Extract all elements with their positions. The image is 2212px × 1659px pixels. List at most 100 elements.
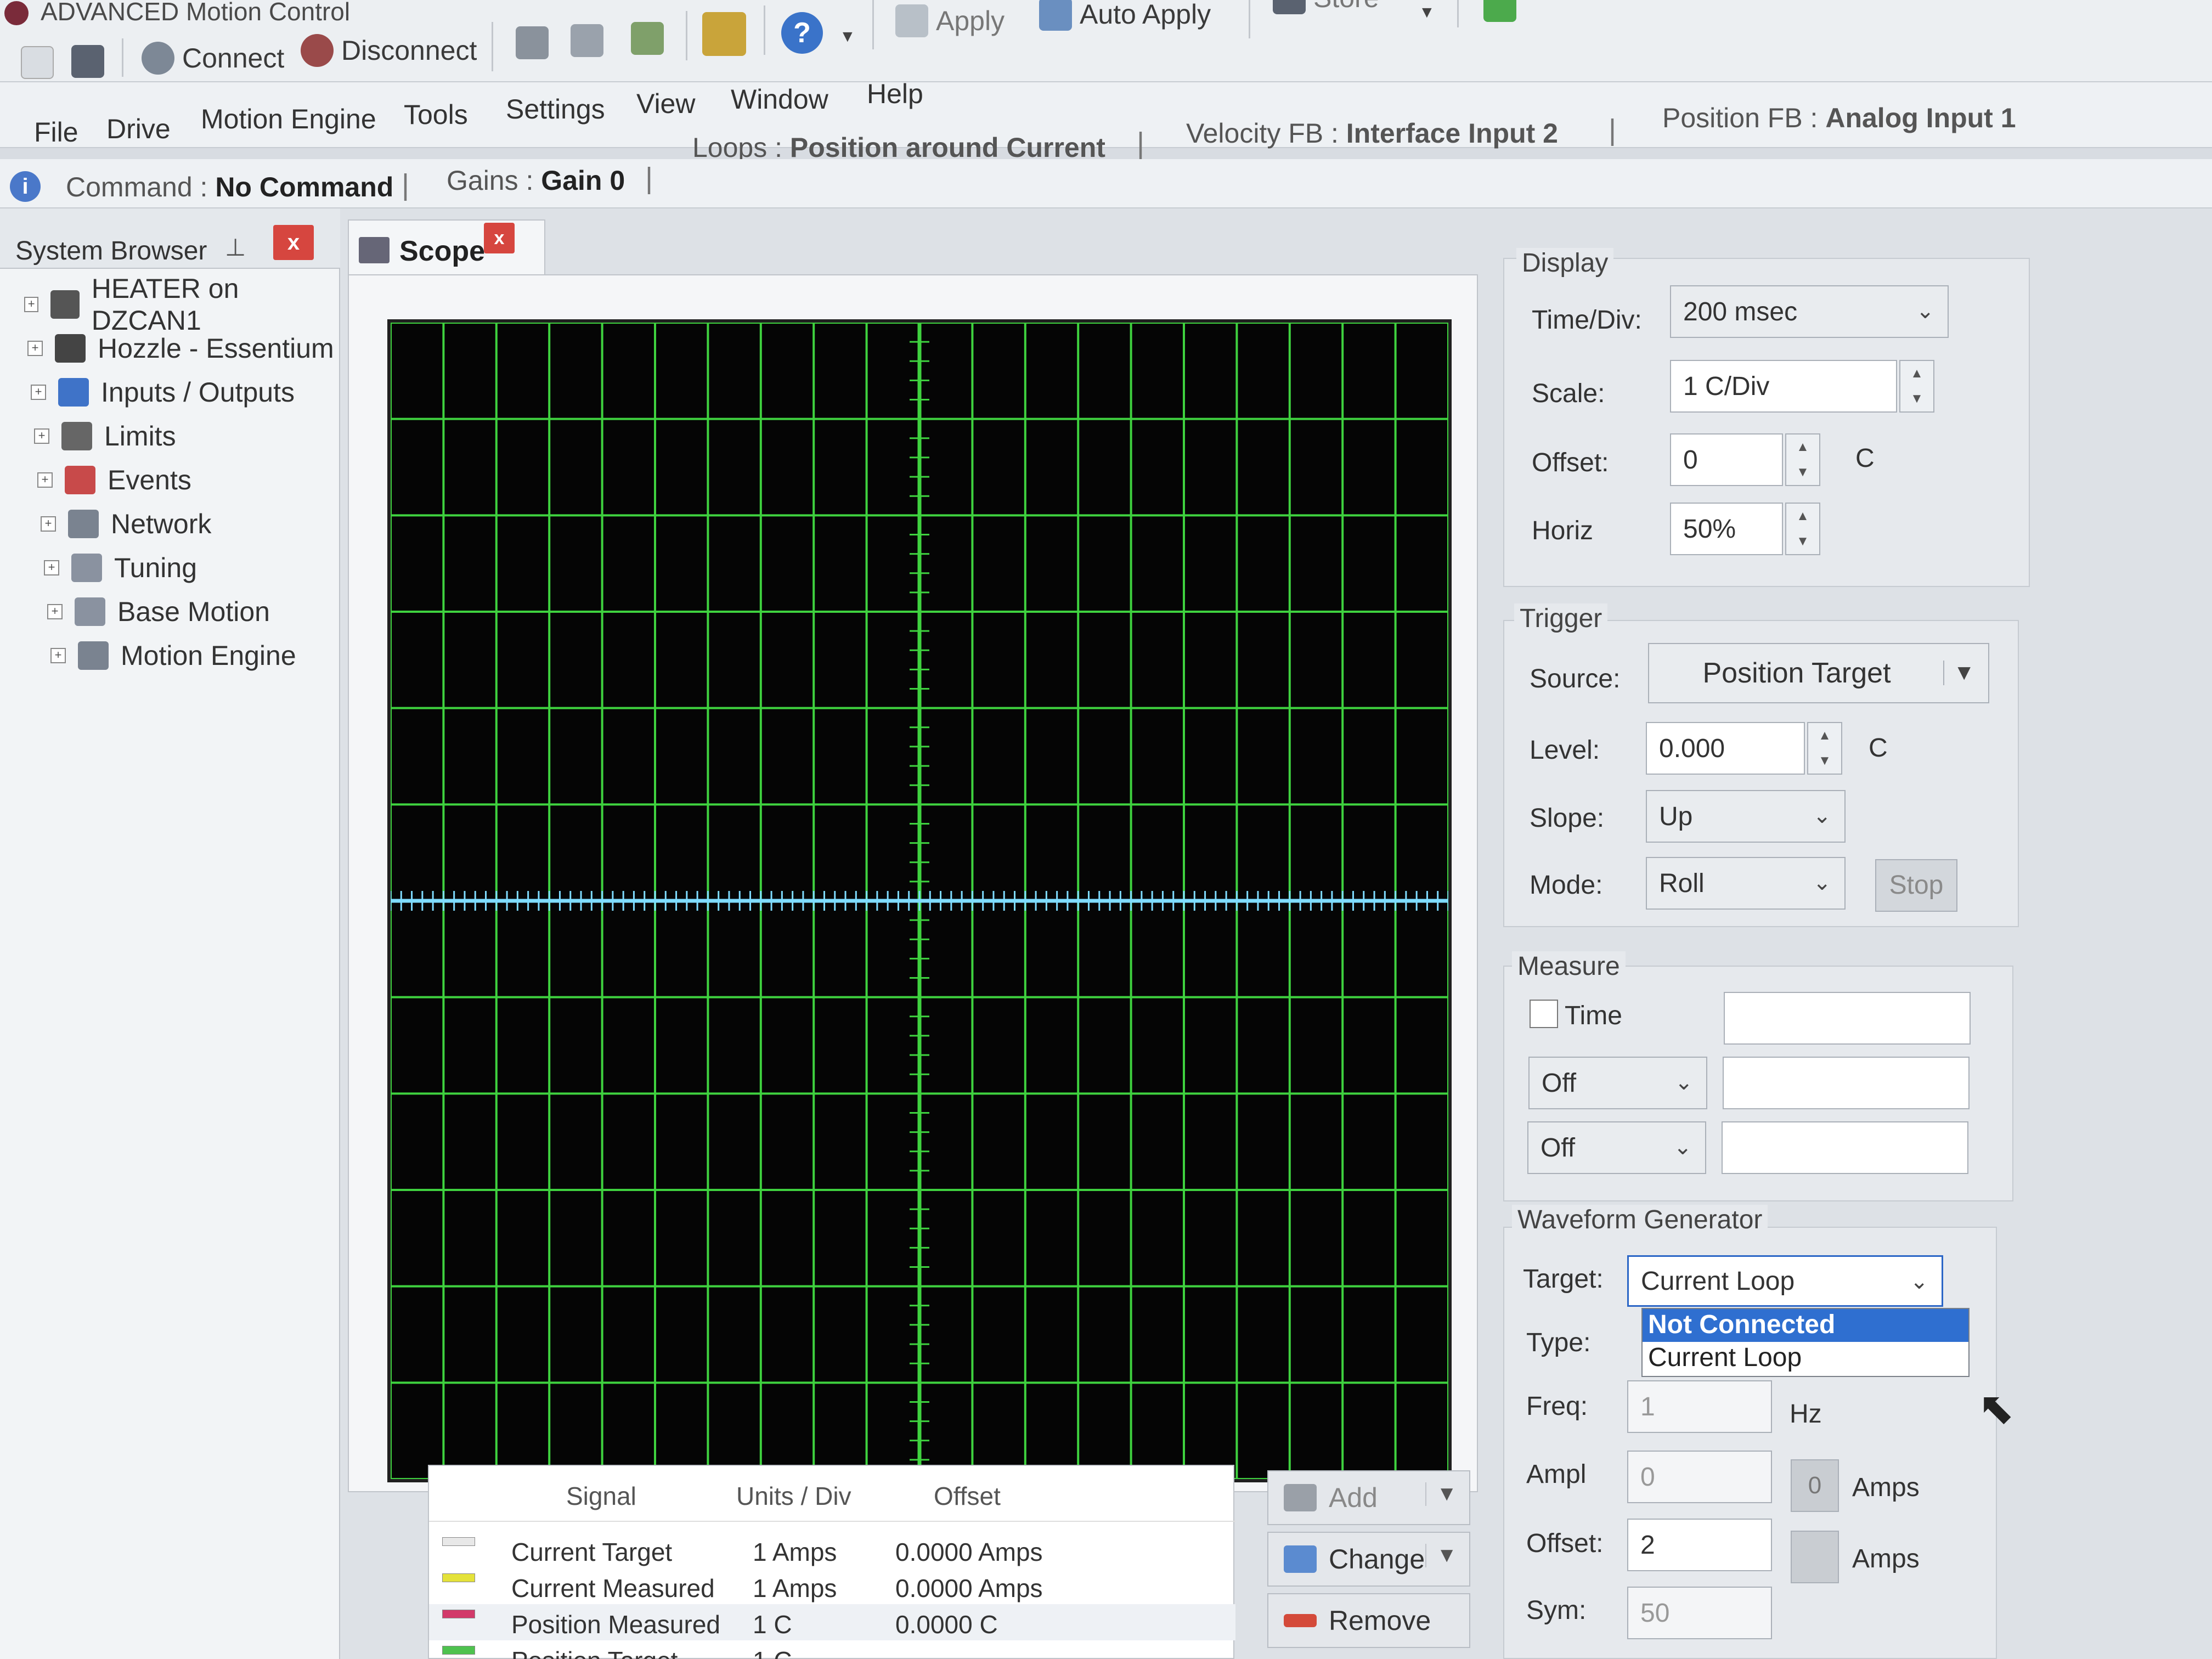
tree-node-icon bbox=[75, 597, 105, 626]
tree-item[interactable]: + Network bbox=[41, 505, 211, 543]
measure-field-2[interactable] bbox=[1722, 1121, 1968, 1174]
time-measure-field[interactable] bbox=[1724, 992, 1971, 1045]
units-header: Units / Div bbox=[736, 1482, 851, 1510]
measure-field-1[interactable] bbox=[1723, 1057, 1970, 1109]
add-signal-button[interactable]: Add ▼ bbox=[1267, 1470, 1470, 1525]
help-icon[interactable]: ? bbox=[781, 12, 823, 54]
tree-item[interactable]: + Hozzle - Essentium bbox=[27, 329, 334, 368]
offset-unit: C bbox=[1855, 444, 1875, 473]
auto-apply-button[interactable]: Auto Apply bbox=[1039, 0, 1211, 31]
tree-node-icon bbox=[55, 334, 86, 363]
signal-offset: 0.0000 C bbox=[895, 1610, 998, 1639]
level-input[interactable]: 0.000 bbox=[1646, 722, 1805, 775]
option-not-connected[interactable]: Not Connected bbox=[1643, 1309, 1968, 1342]
expand-icon[interactable]: + bbox=[41, 516, 56, 532]
expand-icon[interactable]: + bbox=[31, 385, 46, 400]
new-icon[interactable] bbox=[21, 46, 54, 79]
signal-units: 1 Amps bbox=[753, 1574, 837, 1602]
ampl-unit: Amps bbox=[1852, 1473, 1920, 1502]
source-label: Source: bbox=[1530, 664, 1621, 693]
connect-button[interactable]: Connect bbox=[142, 42, 284, 75]
signal-row[interactable]: Current Target 1 Amps 0.0000 Amps bbox=[429, 1532, 1235, 1568]
change-signal-button[interactable]: Change ▼ bbox=[1267, 1532, 1470, 1587]
expand-icon[interactable]: + bbox=[50, 648, 66, 663]
tree-item[interactable]: + Motion Engine bbox=[50, 636, 296, 675]
option-current-loop[interactable]: Current Loop bbox=[1643, 1342, 1968, 1375]
pin-icon[interactable]: ⊥ bbox=[225, 234, 246, 262]
close-browser-button[interactable]: x bbox=[273, 225, 314, 260]
tree-item[interactable]: + Events bbox=[37, 461, 191, 499]
tree-item[interactable]: + HEATER on DZCAN1 bbox=[24, 273, 339, 336]
trigger-source-select[interactable]: Position Target ▼ bbox=[1648, 643, 1989, 703]
close-scope-button[interactable]: x bbox=[484, 223, 515, 253]
signal-row[interactable]: Position Measured 1 C 0.0000 C bbox=[429, 1604, 1235, 1640]
wizard-icon[interactable] bbox=[702, 12, 746, 56]
tree-item[interactable]: + Base Motion bbox=[47, 592, 270, 631]
command-bar: i Command : No Command | Gains : Gain 0 … bbox=[0, 159, 2212, 208]
scale-label: Scale: bbox=[1532, 379, 1605, 408]
offset-stepper[interactable]: ▲ ▼ bbox=[1785, 433, 1820, 486]
horiz-input[interactable]: 50% bbox=[1670, 503, 1783, 555]
drive-icon[interactable] bbox=[516, 26, 549, 59]
ampl-input[interactable]: 0 bbox=[1627, 1451, 1772, 1503]
expand-icon[interactable]: + bbox=[34, 428, 49, 444]
expand-icon[interactable]: + bbox=[44, 560, 59, 575]
tab-scope[interactable]: Scope bbox=[348, 219, 545, 274]
target-select[interactable]: Current Loop ⌄ bbox=[1627, 1255, 1943, 1307]
plus-icon bbox=[1284, 1484, 1317, 1511]
chevron-down-icon: ⌄ bbox=[1813, 804, 1831, 828]
signal-units: 1 Amps bbox=[753, 1538, 837, 1566]
separator bbox=[686, 11, 687, 60]
signal-row[interactable]: Current Measured 1 Amps 0.0000 Amps bbox=[429, 1568, 1235, 1604]
help-dropdown-icon[interactable]: ▼ bbox=[839, 27, 856, 46]
level-stepper[interactable]: ▲ ▼ bbox=[1807, 722, 1842, 775]
export-icon[interactable] bbox=[631, 22, 664, 55]
separator bbox=[492, 22, 493, 71]
tree-item[interactable]: + Limits bbox=[34, 417, 176, 455]
signal-name: Current Measured bbox=[511, 1574, 715, 1602]
store-button[interactable]: Store bbox=[1273, 0, 1379, 14]
sym-input[interactable]: 50 bbox=[1627, 1587, 1772, 1639]
scale-input[interactable]: 1 C/Div bbox=[1670, 360, 1897, 413]
scale-stepper[interactable]: ▲ ▼ bbox=[1899, 360, 1934, 413]
disconnect-button[interactable]: Disconnect bbox=[301, 34, 477, 67]
add-dropdown-icon[interactable]: ▼ bbox=[1425, 1482, 1457, 1506]
menu-help[interactable]: Help bbox=[867, 78, 923, 110]
remove-signal-button[interactable]: Remove bbox=[1267, 1593, 1470, 1648]
store-dropdown-icon[interactable]: ▼ bbox=[1419, 3, 1435, 22]
signal-name: Position Measured bbox=[511, 1610, 720, 1639]
offset-input[interactable]: 0 bbox=[1670, 433, 1783, 486]
measure-select-2[interactable]: Off ⌄ bbox=[1527, 1121, 1706, 1174]
enable-icon[interactable] bbox=[1483, 0, 1516, 22]
measure-title: Measure bbox=[1512, 951, 1626, 981]
mode-select[interactable]: Roll ⌄ bbox=[1646, 857, 1846, 910]
apply-button[interactable]: Apply bbox=[895, 4, 1005, 37]
tree-node-icon bbox=[58, 378, 89, 407]
stop-button[interactable]: Stop bbox=[1875, 859, 1957, 912]
add-label: Add bbox=[1329, 1482, 1378, 1513]
wave-offset-input[interactable]: 2 bbox=[1627, 1519, 1772, 1571]
toolbar: ADVANCED Motion Control Connect Disconne… bbox=[0, 0, 2212, 82]
expand-icon[interactable]: + bbox=[24, 297, 39, 312]
save-icon[interactable] bbox=[71, 45, 104, 78]
display-title: Display bbox=[1516, 248, 1614, 278]
measure-select-1[interactable]: Off ⌄ bbox=[1528, 1057, 1707, 1109]
tree-item[interactable]: + Tuning bbox=[44, 549, 197, 587]
chevron-down-icon: ⌄ bbox=[1910, 1269, 1928, 1294]
list-icon[interactable] bbox=[571, 24, 603, 57]
gains-status: Gains : Gain 0 bbox=[447, 165, 625, 196]
type-label: Type: bbox=[1526, 1328, 1591, 1357]
info-icon: i bbox=[10, 171, 41, 202]
tree-item[interactable]: + Inputs / Outputs bbox=[31, 373, 295, 411]
expand-icon[interactable]: + bbox=[27, 341, 43, 356]
freq-input[interactable]: 1 bbox=[1627, 1380, 1772, 1433]
horiz-stepper[interactable]: ▲ ▼ bbox=[1785, 503, 1820, 555]
expand-icon[interactable]: + bbox=[47, 604, 63, 619]
change-dropdown-icon[interactable]: ▼ bbox=[1425, 1544, 1457, 1567]
change-label: Change bbox=[1329, 1544, 1425, 1575]
slope-select[interactable]: Up ⌄ bbox=[1646, 790, 1846, 843]
time-div-select[interactable]: 200 msec ⌄ bbox=[1670, 285, 1949, 338]
signal-row[interactable]: Position Target 1 C bbox=[429, 1640, 1235, 1659]
time-checkbox[interactable] bbox=[1530, 1000, 1558, 1028]
expand-icon[interactable]: + bbox=[37, 472, 53, 488]
